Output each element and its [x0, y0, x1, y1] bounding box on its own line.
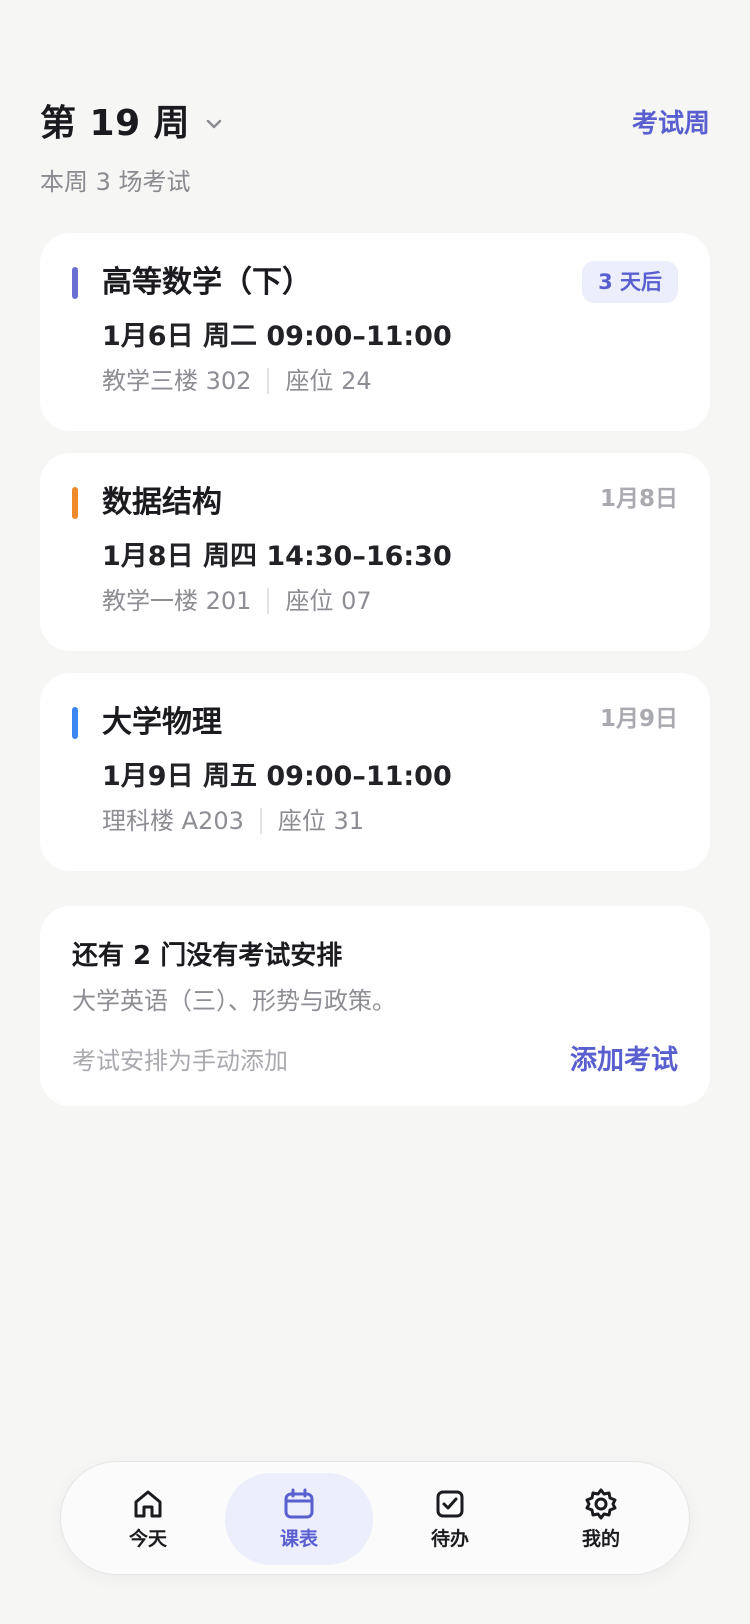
- check-square-icon: [432, 1486, 468, 1522]
- exam-date-tag: 1月9日: [599, 706, 678, 732]
- header: 第 19 周 考试周: [40, 96, 710, 152]
- manual-add-note: 考试安排为手动添加: [72, 1047, 288, 1075]
- week-picker[interactable]: 第 19 周: [40, 96, 226, 152]
- bottom-tab-bar: 今天 课表 待办 我的: [60, 1461, 690, 1575]
- calendar-icon: [281, 1486, 317, 1522]
- exam-date-tag: 1月8日: [599, 486, 678, 512]
- exam-accent-bar: [72, 487, 78, 519]
- tab-schedule[interactable]: 课表: [225, 1473, 373, 1565]
- unscheduled-exams-card: 还有 2 门没有考试安排 大学英语（三）、形势与政策。 考试安排为手动添加 添加…: [40, 906, 710, 1106]
- exam-week-link[interactable]: 考试周: [632, 104, 710, 144]
- exam-schedule-screen: 第 19 周 考试周 本周 3 场考试 高等数学（下） 3 天后 1月6日 周二…: [0, 0, 750, 1624]
- exam-time: 1月6日 周二 09:00–11:00: [102, 321, 452, 352]
- tab-me[interactable]: 我的: [527, 1473, 675, 1565]
- exam-seat: 座位 31: [277, 807, 365, 835]
- tab-todo[interactable]: 待办: [376, 1473, 524, 1565]
- exam-card[interactable]: 数据结构 1月8日 1月8日 周四 14:30–16:30 教学一楼 201 座…: [40, 453, 710, 651]
- tab-label: 我的: [581, 1528, 620, 1550]
- exam-location-row: 教学三楼 302 座位 24: [102, 363, 372, 399]
- tab-today[interactable]: 今天: [74, 1473, 222, 1565]
- gear-icon: [583, 1486, 619, 1522]
- exam-course-name: 高等数学（下）: [102, 265, 312, 300]
- divider: [267, 588, 270, 614]
- exam-course-name: 大学物理: [102, 705, 222, 740]
- exam-location: 理科楼 A203: [102, 807, 244, 835]
- tab-label: 待办: [430, 1528, 469, 1550]
- divider: [259, 808, 262, 834]
- exam-card[interactable]: 高等数学（下） 3 天后 1月6日 周二 09:00–11:00 教学三楼 30…: [40, 233, 710, 431]
- exam-card[interactable]: 大学物理 1月9日 1月9日 周五 09:00–11:00 理科楼 A203 座…: [40, 673, 710, 871]
- exam-location-row: 理科楼 A203 座位 31: [102, 803, 364, 839]
- tab-label: 课表: [279, 1528, 318, 1550]
- exam-course-name: 数据结构: [102, 485, 222, 520]
- tab-label: 今天: [128, 1528, 167, 1550]
- exam-accent-bar: [72, 267, 78, 299]
- countdown-badge: 3 天后: [582, 261, 678, 303]
- home-icon: [130, 1486, 166, 1522]
- exam-time: 1月8日 周四 14:30–16:30: [102, 541, 452, 572]
- week-exam-count: 本周 3 场考试: [40, 168, 191, 196]
- exam-location-row: 教学一楼 201 座位 07: [102, 583, 372, 619]
- exam-location: 教学一楼 201: [102, 587, 252, 615]
- chevron-down-icon: [202, 112, 226, 136]
- exam-accent-bar: [72, 707, 78, 739]
- exam-seat: 座位 07: [285, 587, 372, 615]
- divider: [267, 368, 270, 394]
- add-exam-button[interactable]: 添加考试: [570, 1040, 678, 1082]
- exam-seat: 座位 24: [285, 367, 372, 395]
- exam-location: 教学三楼 302: [102, 367, 252, 395]
- unscheduled-title: 还有 2 门没有考试安排: [72, 941, 343, 971]
- unscheduled-course-list: 大学英语（三）、形势与政策。: [72, 987, 396, 1015]
- week-title: 第 19 周: [40, 103, 191, 144]
- exam-time: 1月9日 周五 09:00–11:00: [102, 761, 452, 792]
